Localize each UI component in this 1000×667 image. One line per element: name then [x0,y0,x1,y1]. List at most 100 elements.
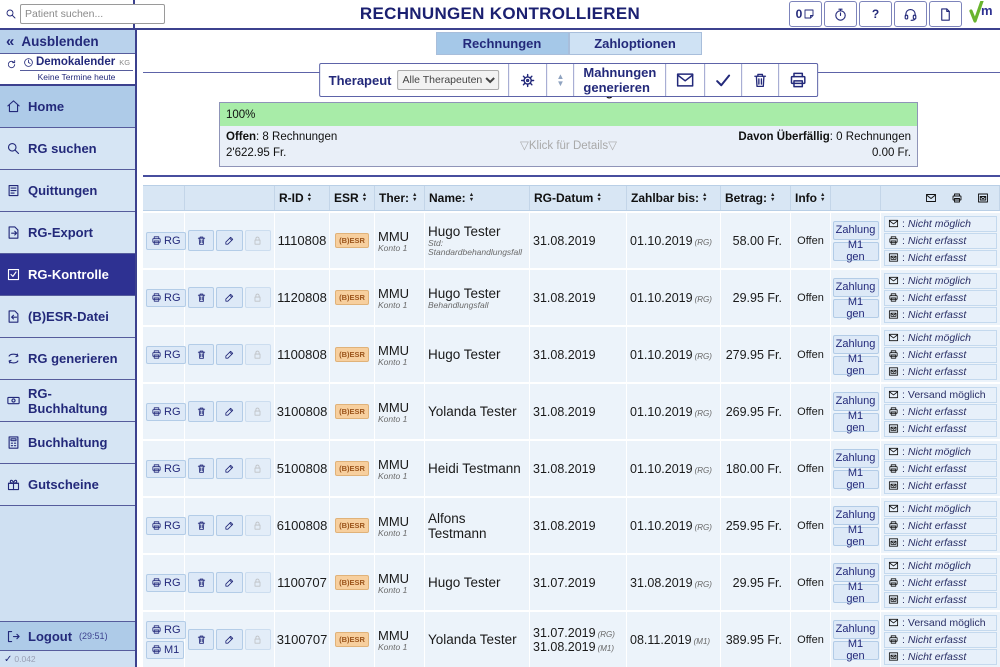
print-rg-button[interactable]: RG [146,232,186,250]
edit-row-button[interactable] [216,572,242,593]
date-value: 31.08.2019 [533,519,596,533]
edit-row-button[interactable] [216,515,242,536]
sidebar-item--b-esr-datei[interactable]: (B)ESR-Datei [0,296,135,338]
patient-search-input[interactable] [20,4,165,24]
tab-rechnungen[interactable]: Rechnungen [436,32,569,55]
sort-icon[interactable]: ▲▼ [596,193,601,203]
send-mail-button[interactable] [675,70,695,90]
details-toggle[interactable]: ▽Klick für Details▽ [454,129,682,161]
sidebar-item-rg-export[interactable]: RG-Export [0,212,135,254]
column-header-ther[interactable]: Ther:▲▼ [375,186,425,210]
print-button[interactable] [788,70,808,90]
m1-gen-button[interactable]: M1 gen [833,527,879,546]
zahlung-button[interactable]: Zahlung [833,620,879,639]
column-header-rid[interactable]: R-ID▲▼ [275,186,330,210]
calendar-link[interactable]: Demokalender KG [20,56,133,68]
print-rg-button[interactable]: RG [146,289,186,307]
zahlung-button[interactable]: Zahlung [833,221,879,240]
sidebar-item-rg-buchhaltung[interactable]: RG-Buchhaltung [0,380,135,422]
notes-button[interactable]: 0 [789,1,822,27]
edit-row-button[interactable] [216,401,242,422]
zahlung-button[interactable]: Zahlung [833,506,879,525]
delete-row-button[interactable] [188,230,214,251]
m1-gen-button[interactable]: M1 gen [833,242,879,261]
delete-row-button[interactable] [188,515,214,536]
print-rg-button[interactable]: RG [146,621,186,639]
delete-row-button[interactable] [188,572,214,593]
delete-row-button[interactable] [188,401,214,422]
delete-row-button[interactable] [188,629,214,650]
sort-icon[interactable]: ▲▼ [770,193,775,203]
esr-badge[interactable]: (B)ESR [335,347,369,362]
sort-icon[interactable]: ▲▼ [820,193,825,203]
delete-row-button[interactable] [188,344,214,365]
column-header-betrag[interactable]: Betrag:▲▼ [721,186,791,210]
reorder-button[interactable]: ▲▼ [556,73,564,87]
esr-badge[interactable]: (B)ESR [335,518,369,533]
esr-badge[interactable]: (B)ESR [335,632,369,647]
print-rg-button[interactable]: RG [146,460,186,478]
sidebar-item-rg-kontrolle[interactable]: RG-Kontrolle [0,254,135,296]
sort-icon[interactable]: ▲▼ [362,193,367,203]
column-header-info[interactable]: Info▲▼ [791,186,831,210]
zahlbar-bis-cell: 01.10.2019(RG) [627,270,721,325]
esr-badge[interactable]: (B)ESR [335,461,369,476]
zahlung-button[interactable]: Zahlung [833,392,879,411]
zahlung-button[interactable]: Zahlung [833,278,879,297]
settings-button[interactable] [518,71,537,90]
zahlung-button[interactable]: Zahlung [833,563,879,582]
zahlung-button[interactable]: Zahlung [833,335,879,354]
m1-gen-button[interactable]: M1 gen [833,470,879,489]
sort-icon[interactable]: ▲▼ [412,193,417,203]
edit-row-button[interactable] [216,230,242,251]
edit-row-button[interactable] [216,458,242,479]
print-m1-button[interactable]: M1 [146,641,184,659]
esr-badge[interactable]: (B)ESR [335,233,369,248]
m1-gen-button[interactable]: M1 gen [833,641,879,660]
print-rg-button[interactable]: RG [146,403,186,421]
zahlung-button[interactable]: Zahlung [833,449,879,468]
support-button[interactable] [894,1,927,27]
sidebar-item-gutscheine[interactable]: Gutscheine [0,464,135,506]
trash-icon [196,292,207,303]
sort-icon[interactable]: ▲▼ [307,193,312,203]
therapeut-select[interactable]: Alle Therapeuten [397,70,499,90]
delete-button[interactable] [751,71,769,89]
status-text: Nicht erfasst [908,406,966,418]
print-rg-button[interactable]: RG [146,346,186,364]
collapse-sidebar-button[interactable]: « Ausblenden [0,30,135,54]
tab-zahloptionen[interactable]: Zahloptionen [569,32,702,55]
sidebar-item-buchhaltung[interactable]: Buchhaltung [0,422,135,464]
confirm-button[interactable] [714,71,732,89]
column-header-esr[interactable]: ESR▲▼ [330,186,375,210]
delete-row-button[interactable] [188,458,214,479]
help-button[interactable]: ? [859,1,892,27]
refresh-button[interactable] [2,56,20,84]
esr-badge[interactable]: (B)ESR [335,290,369,305]
status-line: :Nicht erfasst [884,233,997,249]
logout-button[interactable]: Logout (29:51) [0,621,135,651]
sidebar-item-quittungen[interactable]: Quittungen [0,170,135,212]
column-header-rgdatum[interactable]: RG-Datum▲▼ [530,186,627,210]
sidebar-item-home[interactable]: Home [0,86,135,128]
m1-gen-button[interactable]: M1 gen [833,584,879,603]
edit-row-button[interactable] [216,344,242,365]
document-button[interactable] [929,1,962,27]
timer-button[interactable] [824,1,857,27]
sort-icon[interactable]: ▲▼ [469,193,474,203]
edit-row-button[interactable] [216,629,242,650]
delete-row-button[interactable] [188,287,214,308]
m1-gen-button[interactable]: M1 gen [833,413,879,432]
print-rg-button[interactable]: RG [146,517,186,535]
column-header-zahlbarbis[interactable]: Zahlbar bis:▲▼ [627,186,721,210]
sort-icon[interactable]: ▲▼ [702,193,707,203]
sidebar-item-rg-generieren[interactable]: RG generieren [0,338,135,380]
print-rg-button[interactable]: RG [146,574,186,592]
m1-gen-button[interactable]: M1 gen [833,299,879,318]
column-header-name[interactable]: Name:▲▼ [425,186,530,210]
esr-badge[interactable]: (B)ESR [335,404,369,419]
sidebar-item-rg-suchen[interactable]: RG suchen [0,128,135,170]
m1-gen-button[interactable]: M1 gen [833,356,879,375]
esr-badge[interactable]: (B)ESR [335,575,369,590]
edit-row-button[interactable] [216,287,242,308]
